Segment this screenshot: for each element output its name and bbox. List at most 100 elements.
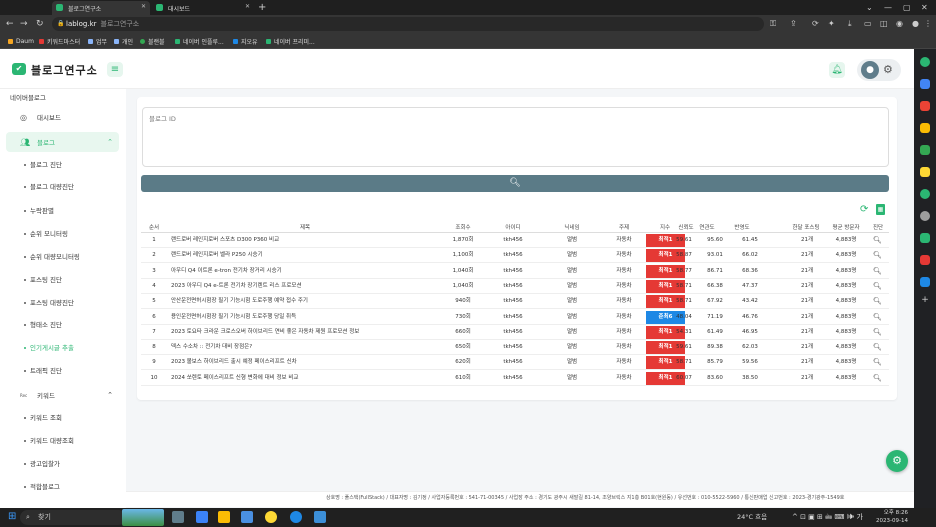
sidebar-item-fit-blog[interactable]: 적합블로그 [24, 480, 60, 494]
diagnose-search-icon[interactable]: 🔍︎ [873, 248, 882, 263]
sidebar-group-blog[interactable]: 👥︎ 블로그 ⌃ [6, 132, 119, 152]
sidebar-item-keyword-search[interactable]: 키워드 조회 [24, 411, 62, 425]
extension-icon[interactable] [920, 123, 930, 133]
windows-start-icon[interactable]: ⊞ [8, 511, 16, 523]
post-title[interactable]: 랜드로버 레인지로버 스포츠 D300 P360 비교 [171, 233, 441, 248]
menu-toggle-button[interactable]: ≡ [107, 62, 123, 77]
bookmark-item[interactable]: 네이버 프리미... [266, 36, 315, 46]
extension-icon[interactable] [920, 233, 930, 243]
diagnose-search-icon[interactable]: 🔍︎ [873, 325, 882, 340]
menu-icon[interactable]: ● [912, 18, 919, 30]
sidebar-item-ad-bid[interactable]: 광고입찰가 [24, 457, 60, 471]
search-button[interactable]: 🔍︎ [141, 175, 889, 192]
diagnose-search-icon[interactable]: 🔍︎ [873, 264, 882, 279]
sidebar-item-popular-posts[interactable]: 인기게시글 추출 [24, 341, 74, 355]
extension-icon[interactable] [920, 57, 930, 67]
taskbar-weather[interactable]: 24°C 흐음 [737, 511, 767, 523]
post-title[interactable]: 아우디 Q4 이트론 e-tron 전기차 장거리 시승기 [171, 264, 441, 279]
tab-search-icon[interactable]: ⌄ [866, 1, 873, 14]
url-bar[interactable]: 🔒 lablog.kr 블로그연구소 [52, 17, 764, 31]
tabs-icon[interactable]: ◫ [880, 18, 888, 30]
close-window-icon[interactable]: ✕ [921, 1, 928, 14]
bookmark-item[interactable]: 블랜블 [140, 36, 165, 46]
bookmark-item[interactable]: 네이버 인플루... [175, 36, 224, 46]
sidepanel-icon[interactable]: ▭ [864, 18, 872, 30]
taskbar-search-input[interactable]: ⌕ 찾기 [20, 510, 126, 525]
diagnose-search-icon[interactable]: 🔍︎ [873, 310, 882, 325]
bookmark-folder[interactable]: 업무 [88, 36, 107, 46]
settings-gear-icon[interactable]: ⚙ [883, 61, 893, 79]
post-title[interactable]: 랜드로버 레인지로버 벨라 P250 시승기 [171, 248, 441, 263]
sidebar-group-keyword[interactable]: Rec 키워드 ⌃ [6, 385, 119, 405]
logo-text[interactable]: 블로그연구소 [31, 62, 98, 78]
diagnose-search-icon[interactable]: 🔍︎ [873, 355, 882, 370]
puzzle-icon[interactable]: ✦ [828, 18, 835, 30]
extension-icon[interactable] [920, 255, 930, 265]
sidebar-item-missing-check[interactable]: 누락판별 [24, 204, 54, 218]
browser-tab[interactable]: 대시보드 ✕ [152, 1, 254, 15]
post-title[interactable]: 덱스 수소차 :: 전기차 대비 장점은? [171, 340, 441, 355]
share-icon[interactable]: ⇪ [790, 18, 797, 30]
sidebar-item-morpheme-diagnosis[interactable]: 형태소 진단 [24, 318, 62, 332]
sidebar-item-rank-bulk-monitor[interactable]: 순위 대량모니터링 [24, 250, 80, 264]
diagnose-search-icon[interactable]: 🔍︎ [873, 279, 882, 294]
forward-icon[interactable]: → [20, 18, 28, 30]
avatar[interactable]: ● [861, 61, 879, 79]
sidebar-item-blog-bulk-diagnosis[interactable]: 블로그 대량진단 [24, 180, 74, 194]
new-tab-button[interactable]: + [258, 1, 266, 14]
sidebar-item-blog-diagnosis[interactable]: 블로그 진단 [24, 158, 62, 172]
download-icon[interactable]: ⤓ [848, 18, 852, 30]
sidebar-item-posting-bulk-diagnosis[interactable]: 포스팅 대량진단 [24, 296, 74, 310]
more-icon[interactable]: ⋮ [924, 18, 932, 30]
bookmark-item[interactable]: Daum [8, 36, 34, 46]
extension-icon[interactable] [920, 211, 930, 221]
taskbar-clock[interactable]: 오후 8:26 2023-09-14 [876, 509, 908, 525]
extension-icon[interactable]: ⟳ [812, 18, 819, 30]
sidebar-item-posting-diagnosis[interactable]: 포스팅 진단 [24, 273, 62, 287]
extension-icon[interactable] [920, 145, 930, 155]
post-title[interactable]: 안산운전면허시험장 필기 기능시험 도로주행 예약 접수 주기 [171, 294, 441, 309]
diagnose-search-icon[interactable]: 🔍︎ [873, 294, 882, 309]
extension-icon[interactable] [920, 79, 930, 89]
chrome-icon[interactable] [290, 511, 302, 523]
post-title[interactable]: 2023 아우디 Q4 e-트론 전기차 장기렌트 리스 프로모션 [171, 279, 441, 294]
excel-download-icon[interactable]: ▦ [876, 204, 885, 215]
post-title[interactable]: 용인운전면허시험장 필기 기능시험 도로주행 당일 취득 [171, 310, 441, 325]
close-tab-icon[interactable]: ✕ [141, 3, 146, 10]
store-icon[interactable] [196, 511, 208, 523]
maximize-icon[interactable]: ▢ [903, 1, 911, 14]
post-title[interactable]: 2023 볼보스 하이브리드 출시 예정 페이스리프트 신차 [171, 355, 441, 370]
sidebar-item-traffic-diagnosis[interactable]: 트래픽 진단 [24, 364, 62, 378]
kakaotalk-icon[interactable] [265, 511, 277, 523]
profile-icon[interactable]: ◉ [896, 18, 903, 30]
vscode-icon[interactable] [314, 511, 326, 523]
post-title[interactable]: 2023 토요타 크라운 크로스오버 하이브리드 연비 좋은 자동차 제원 프로… [171, 325, 441, 340]
notification-bell-icon[interactable]: 🔔︎ [829, 62, 845, 78]
extension-icon[interactable] [920, 277, 930, 287]
bookmark-item[interactable]: 키워드마스터 [39, 36, 80, 46]
key-icon[interactable]: ⚿ [770, 18, 776, 30]
post-title[interactable]: 2024 쏘렌토 페이스리프트 신형 변화에 대비 정보 비교 [171, 371, 441, 386]
file-explorer-icon[interactable] [218, 511, 230, 523]
bookmark-folder[interactable]: 개인 [114, 36, 133, 46]
bookmark-item[interactable]: 지오유 [233, 36, 258, 46]
system-tray-icons[interactable]: ^ ⊡ ▣ ⊞ 🖮 ⌨ 🕪 가 [792, 511, 863, 523]
diagnose-search-icon[interactable]: 🔍︎ [873, 233, 882, 248]
app-icon[interactable] [241, 511, 253, 523]
extension-icon[interactable] [920, 189, 930, 199]
browser-tab-active[interactable]: 블로그연구소 ✕ [52, 1, 150, 15]
sidebar-item-rank-monitor[interactable]: 순위 모니터링 [24, 227, 68, 241]
sidebar-item-keyword-bulk-search[interactable]: 키워드 대량조회 [24, 434, 74, 448]
back-icon[interactable]: ← [6, 18, 14, 30]
task-view-icon[interactable] [172, 511, 184, 523]
refresh-icon[interactable]: ⟳ [860, 204, 868, 216]
diagnose-search-icon[interactable]: 🔍︎ [873, 340, 882, 355]
settings-fab-button[interactable]: ⚙ [886, 450, 908, 472]
reload-icon[interactable]: ↻ [36, 18, 44, 30]
sidebar-item-dashboard[interactable]: ◎ 대시보드 [6, 107, 119, 127]
extension-icon[interactable] [920, 167, 930, 177]
add-extension-icon[interactable]: + [920, 295, 930, 305]
extension-icon[interactable] [920, 101, 930, 111]
blog-id-input[interactable] [142, 107, 889, 167]
close-tab-icon[interactable]: ✕ [245, 3, 250, 10]
